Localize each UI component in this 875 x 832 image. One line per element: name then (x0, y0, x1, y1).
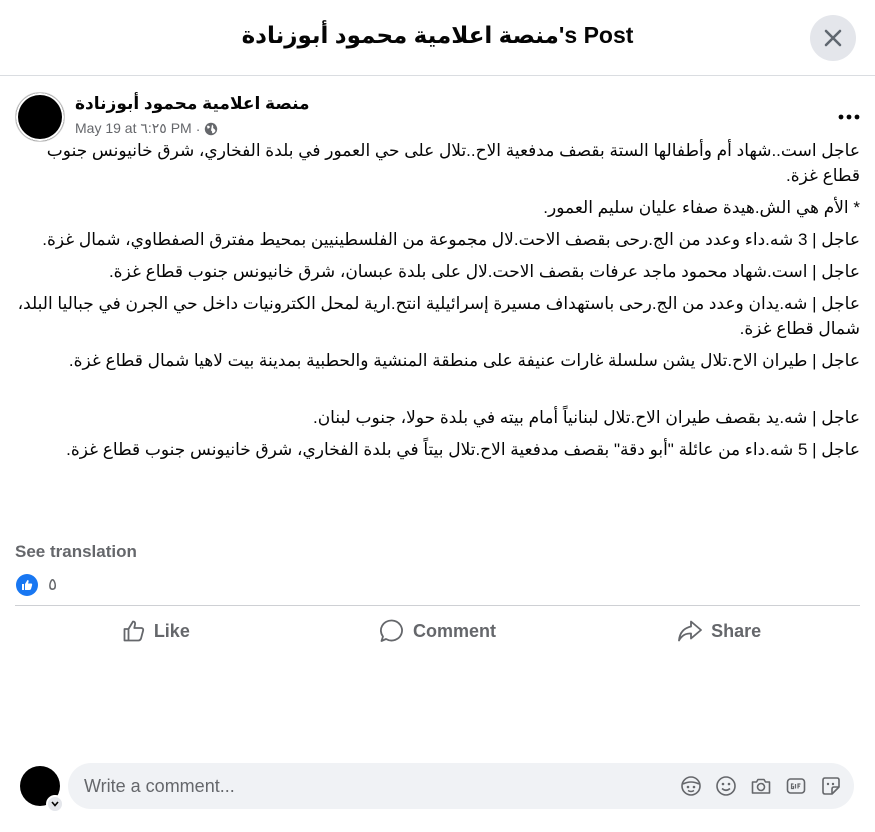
post-paragraph: عاجل | شه.يد بقصف طيران الاح.تلال لبناني… (312, 408, 860, 427)
like-reaction-badge (16, 574, 38, 596)
chevron-down-icon (51, 801, 59, 807)
post-paragraph: عاجل | طيران الاح.تلال يشن سلسلة غارات ع… (68, 351, 860, 370)
camera-button[interactable] (749, 775, 772, 798)
comment-box (68, 763, 854, 809)
more-icon (838, 114, 860, 120)
sticker-button[interactable] (819, 775, 842, 798)
comment-icon (380, 619, 403, 642)
post-paragraph: * الأم هي الش.هيدة صفاء عليان سليم العمو… (543, 198, 860, 217)
emoji-button[interactable] (714, 775, 737, 798)
comment-composer (20, 763, 860, 813)
reaction-count: ٥ (48, 575, 58, 594)
post-paragraph: عاجل | 5 شه.داء من عائلة "أبو دقة" بقصف … (66, 440, 860, 459)
gif-icon (786, 778, 805, 794)
thumbs-up-outline-icon (123, 620, 144, 642)
post-paragraph: عاجل است..شهاد أم وأطفالها الستة بقصف مد… (46, 141, 860, 185)
comment-tools (679, 775, 854, 798)
meta-separator: · (195, 120, 201, 137)
post-actions: Like Comment Share (15, 607, 860, 655)
post-meta: May 19 at ٦:٢٥ PM · (75, 120, 218, 137)
reaction-summary[interactable]: ٥ (16, 574, 57, 596)
post-timestamp[interactable]: May 19 at ٦:٢٥ PM (75, 120, 192, 137)
post-paragraph: عاجل | 3 شه.داء وعدد من الج.رحى بقصف الا… (42, 230, 860, 249)
see-translation-link[interactable]: See translation (15, 542, 137, 562)
like-label: Like (153, 620, 190, 641)
camera-icon (751, 778, 770, 794)
close-icon (824, 29, 842, 47)
author-avatar[interactable] (15, 92, 65, 142)
comment-button[interactable]: Comment (297, 607, 579, 655)
more-options-button[interactable] (838, 100, 860, 126)
share-label: Share (711, 620, 762, 641)
post-paragraph: عاجل | است.شهاد محمود ماجد عرفات بقصف ال… (108, 262, 860, 281)
emoji-icon (715, 776, 736, 796)
post-text: عاجل است..شهاد أم وأطفالها الستة بقصف مد… (15, 138, 860, 469)
post-paragraph: عاجل | شه.يدان وعدد من الج.رحى باستهداف … (17, 294, 860, 338)
post-header: منصة اعلامية محمود أبوزنادة May 19 at ٦:… (15, 92, 860, 142)
globe-icon (205, 122, 218, 135)
post-dialog-header: منصة اعلامية محمود أبوزنادة's Post (0, 0, 875, 76)
avatar-sticker-button[interactable] (679, 775, 702, 798)
comment-label: Comment (413, 620, 497, 641)
thumbs-up-icon (22, 580, 33, 590)
like-button[interactable]: Like (15, 607, 297, 655)
avatar-sticker-icon (680, 776, 701, 796)
gif-button[interactable] (784, 775, 807, 798)
avatar-menu-badge[interactable] (46, 795, 64, 813)
sticker-icon (821, 777, 840, 795)
share-button[interactable]: Share (578, 607, 860, 655)
close-button[interactable] (810, 15, 856, 61)
dialog-title: منصة اعلامية محمود أبوزنادة's Post (241, 22, 634, 48)
comment-input[interactable] (82, 774, 679, 798)
divider (15, 605, 860, 606)
share-icon (678, 620, 703, 642)
author-name[interactable]: منصة اعلامية محمود أبوزنادة (75, 94, 310, 114)
